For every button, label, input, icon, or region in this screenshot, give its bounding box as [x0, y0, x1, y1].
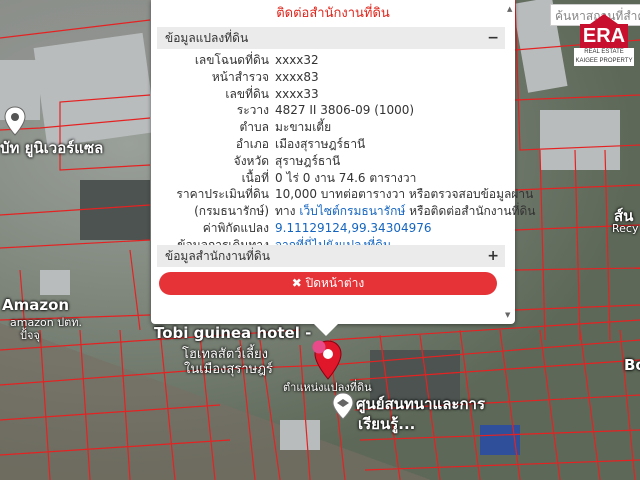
row-label: (กรมธนารักษ์) [194, 204, 269, 219]
parcel-info-popup: ติดต่อสำนักงานที่ดิน ▲ ข้อมูลแปลงที่ดิน … [151, 0, 536, 324]
info-row: อำเภอ เมืองสุราษฎร์ธานี [157, 136, 507, 153]
row-value: xxxx83 [275, 69, 319, 84]
map-label-center-2: เรียนรู้... [358, 415, 416, 433]
popup-pointer [312, 322, 340, 336]
row-value: สุราษฎร์ธานี [275, 153, 341, 168]
info-row: หน้าสำรวจ xxxx83 [157, 69, 507, 86]
row-label: ตำบล [239, 120, 269, 135]
map-label-uniserve: บัท ยูนิเวอร์แซล [0, 139, 104, 157]
info-row: จังหวัด สุราษฎร์ธานี [157, 153, 507, 170]
row-value: มะขามเตี้ย [275, 120, 332, 135]
parcel-info-table: เลขโฉนดที่ดิน xxxx32 หน้าสำรวจ xxxx83 เลขท… [157, 52, 535, 270]
info-row: เนื้อที่ 0 ไร่ 0 งาน 74.6 ตารางวา [157, 170, 507, 187]
info-row: เลขโฉนดที่ดิน xxxx32 [157, 52, 507, 69]
expand-icon[interactable]: + [487, 245, 499, 267]
row-label: อำเภอ [235, 136, 269, 151]
shop-marker-icon[interactable] [312, 340, 326, 354]
map-label-right-3: Bo [624, 356, 640, 374]
row-label: เนื้อที่ [241, 170, 269, 185]
info-row: ราคาประเมินที่ดิน 10,000 บาทต่อตารางวา หร… [157, 186, 533, 203]
row-value: 0 ไร่ 0 งาน 74.6 ตารางวา [275, 170, 417, 185]
row-label: ราคาประเมินที่ดิน [176, 187, 269, 202]
map-label-tobi-sub2: ในเมืองสุราษฎร์ [184, 362, 273, 377]
map-label-right-2: Recy [612, 222, 639, 235]
coordinates-link[interactable]: 9.11129124,99.34304976 [275, 220, 432, 237]
row-value: xxxx32 [275, 53, 319, 67]
row-label: ระวาง [236, 103, 269, 118]
scroll-down-arrow[interactable]: ▼ [505, 311, 510, 319]
treasury-website-link[interactable]: เว็บไซต์กรมธนารักษ์ [299, 204, 405, 218]
row-value: 4827 II 3806-09 (1000) [275, 103, 415, 118]
row-label: เลขโฉนดที่ดิน [194, 53, 269, 67]
row-label: เลขที่ดิน [225, 86, 269, 101]
logo-brand: ERA [580, 24, 628, 48]
info-row: ระวาง 4827 II 3806-09 (1000) [157, 102, 507, 119]
row-label: ค่าพิกัดแปลง [202, 220, 269, 235]
row-value: เมืองสุราษฎร์ธานี [275, 136, 366, 151]
section-land-office-title: ข้อมูลสำนักงานที่ดิน [165, 249, 270, 263]
row-label: จังหวัด [233, 153, 269, 168]
info-row-treasury: (กรมธนารักษ์) ทาง เว็บไซต์กรมธนารักษ์ หร… [157, 203, 535, 220]
map-label-amazon: Amazon [2, 296, 70, 314]
row-value-treasury: ทาง เว็บไซต์กรมธนารักษ์ หรือติดต่อสำนักง… [275, 203, 536, 220]
info-row-coords: ค่าพิกัดแปลง 9.11129124,99.34304976 [157, 220, 507, 237]
row-value: xxxx33 [275, 86, 319, 101]
map-label-tobi: Tobi guinea hotel - [154, 324, 312, 342]
logo-roof-icon [590, 14, 618, 24]
section-land-office-header[interactable]: ข้อมูลสำนักงานที่ดิน + [157, 245, 505, 267]
contact-land-office-link[interactable]: ติดต่อสำนักงานที่ดิน [151, 2, 515, 23]
treasury-suffix: หรือติดต่อสำนักงานที่ดิน [409, 204, 536, 219]
scroll-up-arrow[interactable]: ▲ [507, 5, 512, 13]
close-window-button[interactable]: ✖ ปิดหน้าต่าง [159, 272, 497, 295]
row-label: หน้าสำรวจ [211, 69, 269, 84]
location-pin-icon[interactable] [4, 106, 26, 136]
section-parcel-info-title: ข้อมูลแปลงที่ดิน [165, 31, 249, 45]
row-value: 10,000 บาทต่อตารางวา หรือตรวจสอบข้อมูลผ่… [275, 187, 534, 202]
logo-sub: KAIGEE PROPERTY [574, 57, 634, 66]
info-row: เลขที่ดิน xxxx33 [157, 86, 507, 103]
school-marker-icon[interactable] [332, 392, 354, 420]
logo-tagline: REAL ESTATE [574, 48, 634, 57]
section-parcel-info-header[interactable]: ข้อมูลแปลงที่ดิน − [157, 27, 505, 49]
collapse-icon[interactable]: − [487, 27, 499, 49]
treasury-prefix: ทาง [275, 204, 296, 219]
era-logo: ERA REAL ESTATE KAIGEE PROPERTY [574, 14, 634, 76]
info-row: ตำบล มะขามเตี้ย [157, 119, 507, 136]
map-label-amazon-sub2: ปั้จจุ [20, 329, 40, 342]
